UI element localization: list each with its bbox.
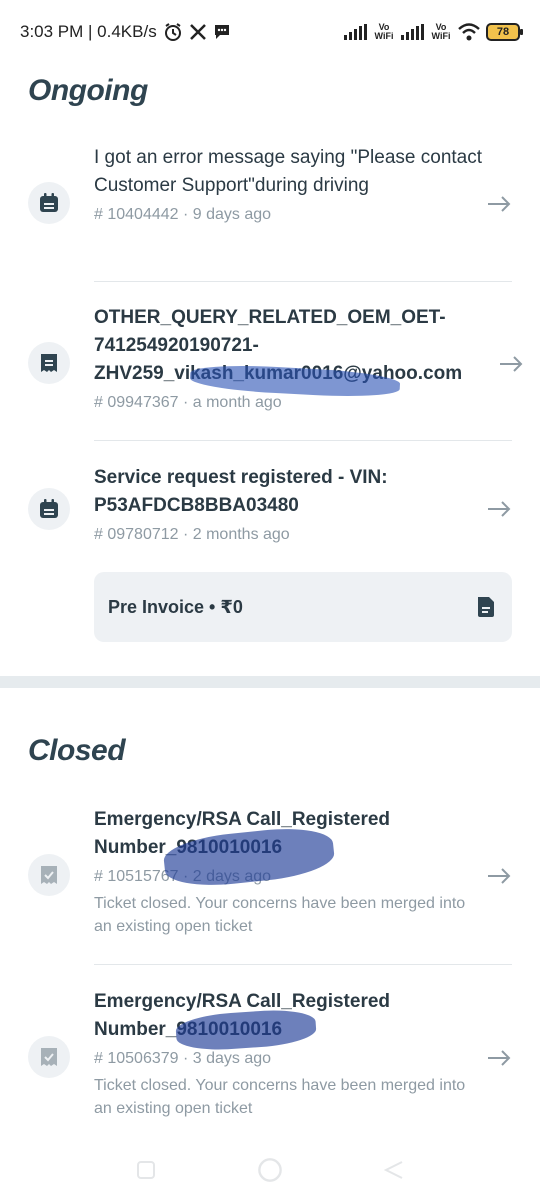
pre-invoice-label: Pre Invoice • ₹0 bbox=[108, 596, 243, 617]
receipt-check-icon bbox=[41, 1048, 57, 1066]
arrow-right-icon[interactable] bbox=[498, 354, 524, 374]
arrow-right-icon[interactable] bbox=[486, 499, 512, 519]
arrow-right-icon[interactable] bbox=[486, 1048, 512, 1068]
ticket-note: Ticket closed. Your concerns have been m… bbox=[94, 1077, 466, 1117]
status-bar: 3:03 PM | 0.4KB/s Vo WiFi Vo WiFi 78 bbox=[0, 0, 540, 64]
back-icon[interactable] bbox=[383, 1159, 405, 1181]
message-icon bbox=[214, 25, 229, 39]
x-icon bbox=[189, 24, 206, 40]
ticket-icon bbox=[28, 1036, 70, 1078]
system-nav-bar bbox=[0, 1140, 540, 1200]
wifi-icon bbox=[458, 23, 480, 41]
arrow-right-icon[interactable] bbox=[486, 866, 512, 886]
home-icon[interactable] bbox=[257, 1157, 283, 1183]
ticket-meta: # 10506379 · 3 days ago bbox=[94, 1050, 272, 1067]
ticket-ongoing-3[interactable]: Service request registered - VIN: P53AFD… bbox=[0, 464, 540, 564]
time-speed: 3:03 PM | 0.4KB/s bbox=[20, 22, 157, 41]
calendar-icon bbox=[40, 499, 58, 518]
closed-heading: Closed bbox=[28, 734, 126, 767]
divider bbox=[94, 440, 512, 441]
ticket-icon bbox=[28, 342, 70, 384]
ticket-meta: # 09947367 · a month ago bbox=[94, 394, 282, 411]
recent-apps-icon[interactable] bbox=[135, 1159, 157, 1181]
signal-icon bbox=[344, 24, 367, 40]
ticket-meta: # 10404442 · 9 days ago bbox=[94, 206, 272, 223]
divider bbox=[94, 964, 512, 965]
status-right: Vo WiFi Vo WiFi 78 bbox=[344, 22, 523, 41]
vowifi-label-1: Vo WiFi bbox=[374, 22, 394, 41]
ticket-ongoing-1[interactable]: I got an error message saying "Please co… bbox=[0, 144, 540, 274]
status-left: 3:03 PM | 0.4KB/s bbox=[20, 22, 231, 42]
receipt-check-icon bbox=[41, 866, 57, 884]
section-divider-band bbox=[0, 676, 540, 688]
receipt-icon bbox=[41, 354, 57, 372]
vowifi-label-2: Vo WiFi bbox=[431, 22, 451, 41]
document-icon[interactable] bbox=[474, 595, 498, 619]
calendar-icon bbox=[40, 193, 58, 212]
alarm-icon bbox=[164, 23, 181, 41]
ticket-meta: # 09780712 · 2 months ago bbox=[94, 526, 290, 543]
ticket-icon bbox=[28, 488, 70, 530]
ticket-icon bbox=[28, 182, 70, 224]
ticket-ongoing-2[interactable]: OTHER_QUERY_RELATED_OEM_OET-741254920190… bbox=[0, 304, 540, 424]
ticket-note: Ticket closed. Your concerns have been m… bbox=[94, 895, 466, 935]
pre-invoice-card[interactable]: Pre Invoice • ₹0 bbox=[94, 572, 512, 642]
ongoing-heading: Ongoing bbox=[28, 74, 148, 107]
divider bbox=[94, 281, 512, 282]
ticket-title: I got an error message saying "Please co… bbox=[94, 147, 483, 196]
ticket-title: Service request registered - VIN: P53AFD… bbox=[94, 467, 388, 516]
ticket-closed-2[interactable]: Emergency/RSA Call_Registered Number_981… bbox=[0, 988, 540, 1128]
arrow-right-icon[interactable] bbox=[486, 194, 512, 214]
signal-icon-2 bbox=[401, 24, 424, 40]
ticket-icon bbox=[28, 854, 70, 896]
battery-indicator: 78 bbox=[486, 23, 523, 41]
